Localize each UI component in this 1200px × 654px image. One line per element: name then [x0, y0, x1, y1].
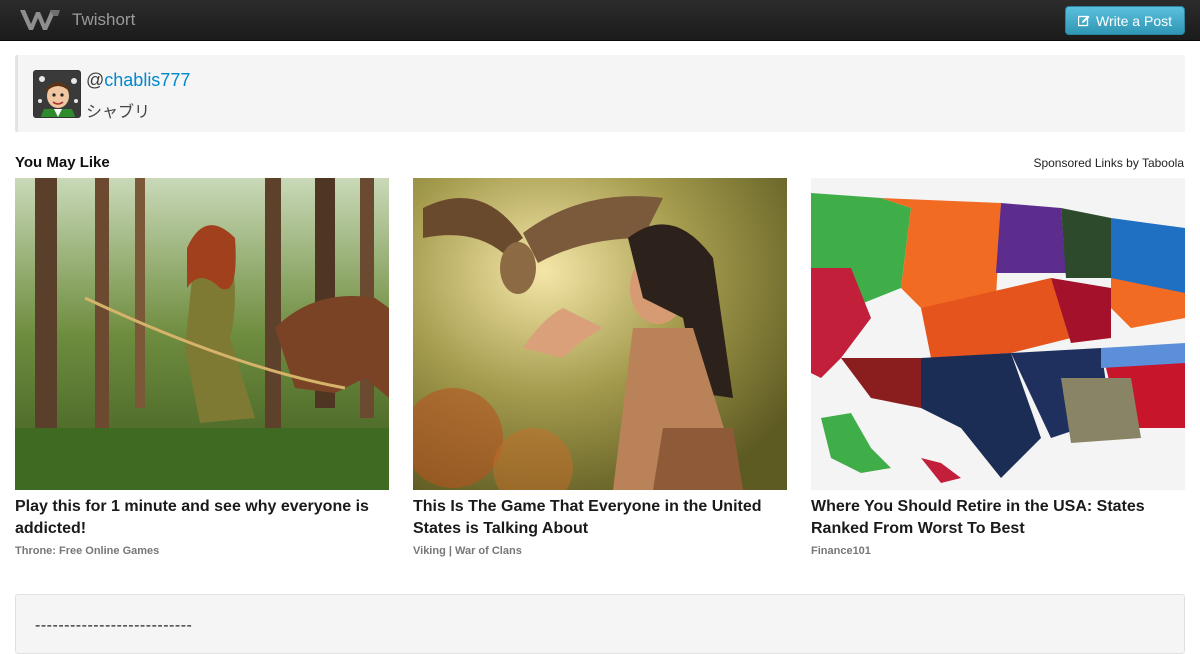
card-headline[interactable]: This Is The Game That Everyone in the Un… [413, 496, 787, 540]
username-link[interactable]: chablis777 [104, 70, 190, 90]
card-source: Finance101 [811, 545, 871, 557]
avatar[interactable] [33, 70, 81, 118]
display-name: シャブリ [86, 104, 151, 121]
sponsored-links-label[interactable]: Sponsored Links by Taboola [1033, 156, 1184, 170]
recommendation-card[interactable]: This Is The Game That Everyone in the Un… [413, 178, 787, 557]
post-body: --------------------------- [15, 594, 1185, 654]
brand[interactable]: Twishort [18, 5, 135, 35]
avatar-image [34, 71, 80, 117]
top-navbar: Twishort Write a Post [0, 0, 1200, 41]
handle-at: @ [86, 70, 105, 90]
profile-card: @chablis777 シャブリ [15, 55, 1185, 132]
recommendation-card[interactable]: Play this for 1 minute and see why every… [15, 178, 389, 557]
brand-name: Twishort [72, 10, 136, 29]
post-text: --------------------------- [35, 617, 193, 634]
profile-handle: @chablis777 [86, 70, 190, 91]
card-image-us-map [811, 178, 1185, 490]
card-source: Viking | War of Clans [413, 545, 522, 557]
card-image-falconer [413, 178, 787, 490]
card-source: Throne: Free Online Games [15, 545, 160, 557]
card-headline[interactable]: Play this for 1 minute and see why every… [15, 496, 389, 540]
edit-icon [1078, 15, 1090, 26]
you-may-like-title: You May Like [15, 154, 110, 171]
recommendation-card[interactable]: Where You Should Retire in the USA: Stat… [811, 178, 1185, 557]
card-headline[interactable]: Where You Should Retire in the USA: Stat… [811, 496, 1185, 540]
write-post-label: Write a Post [1096, 12, 1172, 29]
card-image-archer [15, 178, 389, 490]
write-post-button[interactable]: Write a Post [1065, 6, 1185, 35]
twishort-logo-icon [20, 10, 60, 30]
